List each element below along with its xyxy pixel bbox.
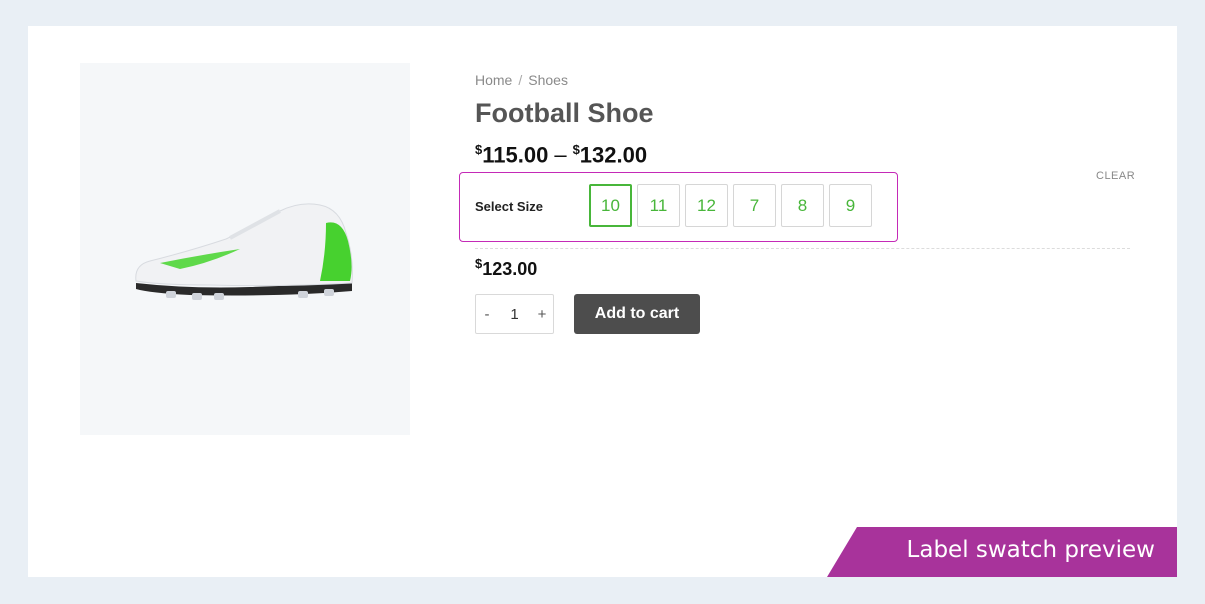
currency-symbol: $	[572, 142, 580, 157]
quantity-input[interactable]: 1	[498, 306, 531, 323]
size-swatch-11[interactable]: 11	[637, 184, 680, 227]
price-dash: –	[554, 142, 567, 168]
selected-price-value: 123.00	[482, 259, 538, 279]
football-shoe-image	[135, 203, 353, 300]
price-range: $115.00– $132.00	[475, 142, 647, 168]
size-swatch-12[interactable]: 12	[685, 184, 728, 227]
quantity-minus-button[interactable]: -	[476, 306, 498, 323]
product-card: Home / Shoes Football Shoe $115.00– $132.00…	[28, 26, 1177, 577]
product-title: Football Shoe	[475, 98, 654, 128]
product-image-container	[80, 63, 410, 435]
size-variation-row: Select Size 10 11 12 7 8 9	[459, 172, 898, 242]
size-swatch-10[interactable]: 10	[589, 184, 632, 227]
size-swatch-9[interactable]: 9	[829, 184, 872, 227]
banner-text: Label swatch preview	[906, 537, 1155, 563]
breadcrumb: Home / Shoes	[475, 72, 568, 88]
price-min: 115.00	[482, 142, 549, 168]
breadcrumb-separator: /	[518, 72, 523, 88]
clear-selection-link[interactable]: CLEAR	[1096, 170, 1135, 182]
breadcrumb-current[interactable]: Shoes	[528, 72, 568, 88]
quantity-stepper: - 1 +	[475, 294, 554, 334]
selected-variation-price: $123.00	[475, 256, 537, 280]
preview-banner: Label swatch preview	[827, 527, 1177, 577]
size-swatches: 10 11 12 7 8 9	[589, 184, 872, 227]
size-swatch-7[interactable]: 7	[733, 184, 776, 227]
breadcrumb-home-link[interactable]: Home	[475, 72, 512, 88]
price-max: 132.00	[579, 142, 648, 168]
size-swatch-8[interactable]: 8	[781, 184, 824, 227]
add-to-cart-button[interactable]: Add to cart	[574, 294, 700, 334]
select-size-label: Select Size	[475, 199, 543, 214]
variation-divider	[475, 248, 1130, 249]
quantity-plus-button[interactable]: +	[531, 306, 553, 323]
